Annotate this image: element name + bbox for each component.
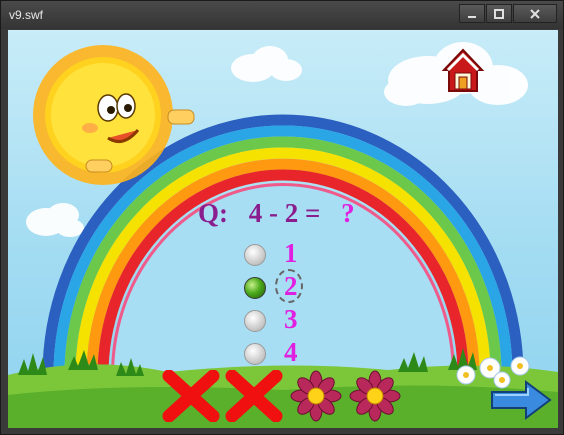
- flower-icon: [290, 370, 342, 422]
- radio-button[interactable]: [244, 244, 266, 266]
- close-icon: [530, 8, 540, 19]
- radio-button[interactable]: [244, 310, 266, 332]
- answer-option-4[interactable]: 4: [244, 337, 324, 367]
- window-controls: [459, 4, 557, 23]
- app-window: v9.swf Q: 4 - 2 = ? 1 2 3 4: [0, 0, 564, 435]
- question-expression: 4 - 2 =: [248, 198, 321, 228]
- option-label: 4: [284, 337, 298, 367]
- question-prefix: Q:: [198, 198, 228, 228]
- option-label: 2: [284, 271, 298, 301]
- next-arrow-icon: [491, 380, 552, 420]
- question-text: Q: 4 - 2 = ?: [198, 198, 355, 229]
- maximize-icon: [494, 8, 504, 19]
- minimize-icon: [468, 15, 476, 18]
- next-button[interactable]: [490, 380, 552, 420]
- radio-button[interactable]: [244, 343, 266, 365]
- cloud: [26, 203, 84, 237]
- red-x-icon: [225, 370, 283, 422]
- game-stage: Q: 4 - 2 = ? 1 2 3 4: [8, 30, 558, 428]
- cloud: [231, 46, 302, 82]
- title-bar: v9.swf: [1, 1, 563, 29]
- option-label: 1: [284, 238, 298, 268]
- home-button[interactable]: [440, 46, 486, 94]
- answer-option-1[interactable]: 1: [244, 238, 324, 268]
- question-unknown: ?: [341, 198, 355, 228]
- maximize-button[interactable]: [486, 4, 512, 23]
- progress-tracker: [161, 370, 411, 425]
- window-title: v9.swf: [9, 8, 44, 22]
- red-x-icon: [162, 370, 220, 422]
- radio-button-selected[interactable]: [244, 277, 266, 299]
- close-button[interactable]: [513, 4, 557, 23]
- answer-option-2[interactable]: 2: [244, 269, 324, 303]
- minimize-button[interactable]: [459, 4, 485, 23]
- home-icon: [441, 48, 485, 92]
- flower-icon: [349, 370, 401, 422]
- answer-option-3[interactable]: 3: [244, 304, 324, 334]
- option-label: 3: [284, 304, 298, 334]
